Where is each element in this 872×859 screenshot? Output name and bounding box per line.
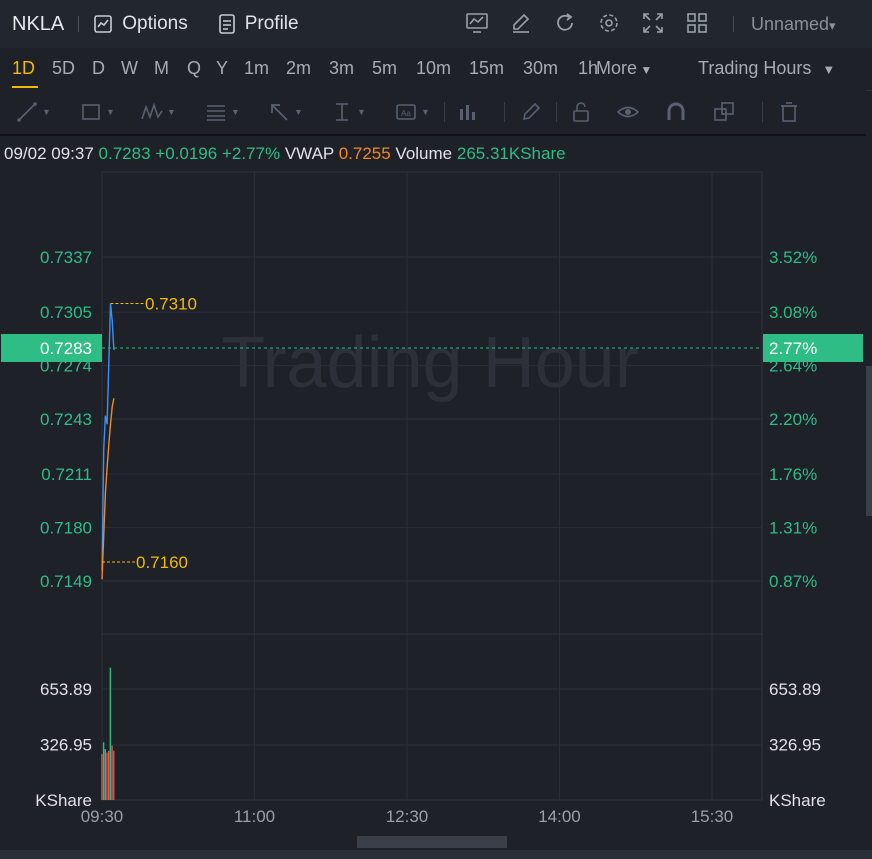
time-tick-label: 12:30	[386, 807, 429, 826]
price-tick-label: 0.7149	[40, 572, 92, 591]
price-tick-label: 0.7305	[40, 303, 92, 322]
price-tick-label: 0.7243	[40, 410, 92, 429]
chart-watermark: Trading Hour	[221, 323, 639, 403]
current-pct-label: 2.77%	[769, 339, 817, 358]
price-tick-label: 0.7211	[41, 465, 92, 484]
volume-unit-label-right: KShare	[769, 791, 826, 810]
pct-tick-label: 1.31%	[769, 519, 817, 538]
pct-tick-label: 0.87%	[769, 572, 817, 591]
volume-bar	[102, 742, 105, 800]
volume-tick-label: 653.89	[40, 680, 92, 699]
time-tick-label: 15:30	[691, 807, 734, 826]
volume-unit-label: KShare	[35, 791, 92, 810]
volume-bar	[107, 750, 110, 800]
volume-bar	[111, 745, 113, 800]
volume-tick-label-right: 326.95	[769, 735, 821, 754]
plot-frame	[101, 171, 763, 801]
volume-bar	[104, 749, 106, 800]
bottom-strip	[0, 850, 872, 859]
volume-bar	[113, 750, 115, 800]
current-price-label: 0.7283	[40, 339, 92, 358]
volume-bar	[101, 754, 103, 800]
pct-tick-label: 3.52%	[769, 248, 817, 267]
low-marker-label: 0.7160	[136, 553, 188, 572]
price-tick-label: 0.7180	[40, 519, 92, 538]
pct-tick-label: 3.08%	[769, 303, 817, 322]
time-tick-label: 14:00	[538, 807, 581, 826]
time-tick-label: 11:00	[234, 807, 275, 826]
bottom-panel-handle[interactable]	[357, 836, 507, 848]
price-chart[interactable]: Trading Hour09:30 11:00 12:30 14:00 15:300.7…	[0, 0, 872, 859]
high-marker-label: 0.7310	[145, 295, 197, 314]
price-tick-label: 0.7337	[40, 248, 92, 267]
pct-tick-label: 2.20%	[769, 410, 817, 429]
volume-tick-label: 326.95	[40, 735, 92, 754]
volume-tick-label-right: 653.89	[769, 680, 821, 699]
volume-bar	[109, 667, 112, 800]
right-panel-handle[interactable]	[866, 366, 872, 516]
volume-bar	[106, 752, 108, 800]
pct-tick-label: 1.76%	[769, 465, 817, 484]
